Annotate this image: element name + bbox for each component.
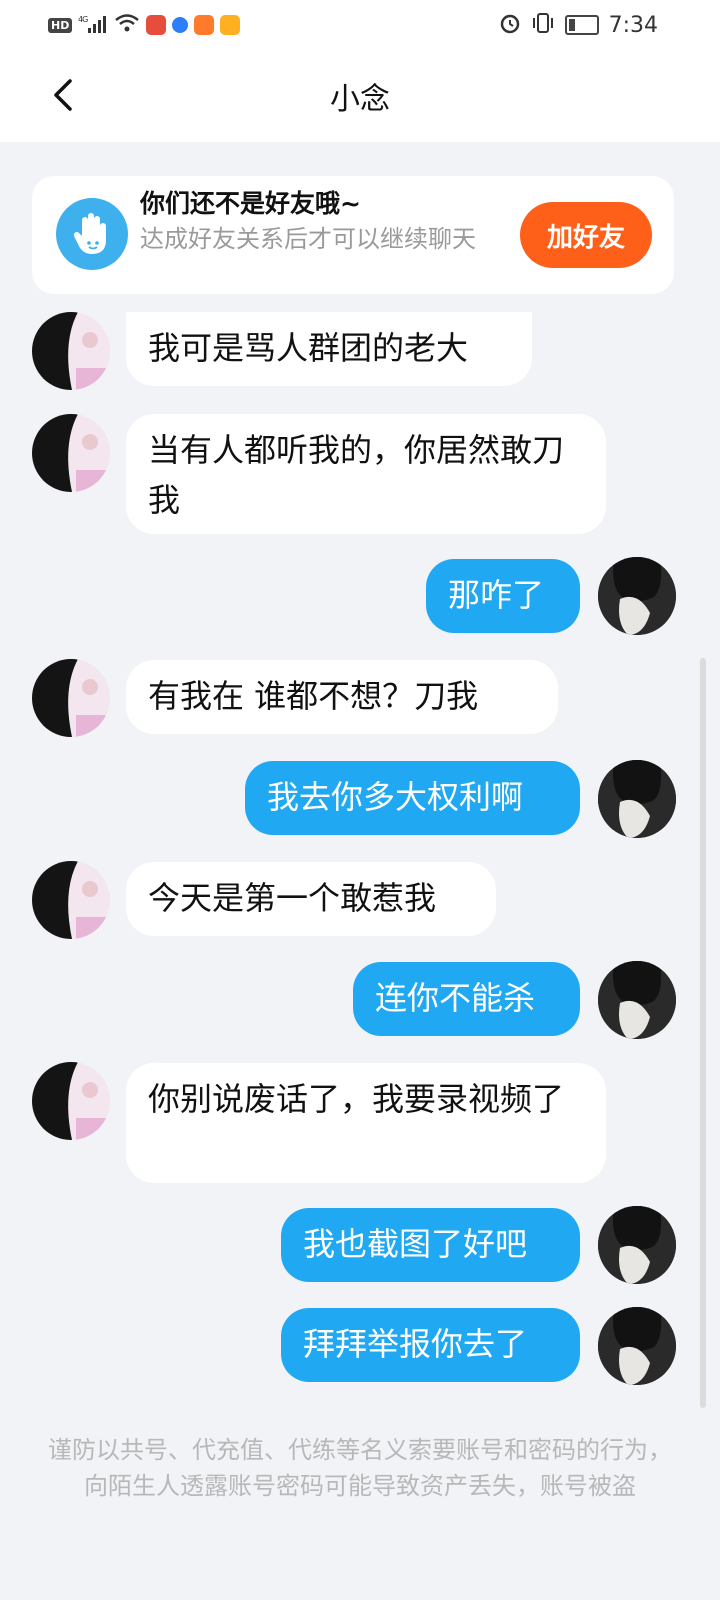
my-avatar[interactable] — [598, 1307, 676, 1385]
my-avatar[interactable] — [598, 557, 676, 635]
banner-subtitle: 达成好友关系后才可以继续聊天 — [140, 225, 476, 253]
svg-text:4G: 4G — [78, 15, 88, 24]
outgoing-message-bubble[interactable]: 我也截图了好吧 — [281, 1208, 580, 1282]
add-friend-banner: 你们还不是好友哦~ 达成好友关系后才可以继续聊天 加好友 — [32, 176, 674, 294]
outgoing-message-bubble[interactable]: 拜拜举报你去了 — [281, 1308, 580, 1382]
status-bar: HD 4G 7:34 — [0, 0, 720, 50]
status-right: 7:34 — [499, 10, 658, 40]
banner-title: 你们还不是好友哦~ — [140, 189, 361, 218]
status-time: 7:34 — [608, 12, 658, 38]
chat-header: 小念 — [0, 50, 720, 142]
video-app-icon — [194, 15, 215, 35]
app-notification-icon — [172, 17, 189, 33]
my-avatar[interactable] — [598, 760, 676, 838]
hd-badge: HD — [48, 17, 73, 33]
vibrate-icon — [531, 12, 555, 38]
my-avatar[interactable] — [598, 961, 676, 1039]
incoming-message-bubble[interactable]: 今天是第一个敢惹我 — [126, 862, 496, 936]
contact-avatar[interactable] — [32, 414, 110, 492]
contact-avatar[interactable] — [32, 861, 110, 939]
signal-icon: 4G — [78, 14, 108, 37]
wave-hand-icon — [56, 198, 128, 270]
incoming-message-bubble[interactable]: 有我在 谁都不想？刀我 — [126, 660, 558, 734]
incoming-message-bubble[interactable]: 我可是骂人群团的老大 — [126, 312, 532, 386]
incoming-message-bubble[interactable]: 你别说废话了，我要录视频了 — [126, 1063, 606, 1183]
app-notification-icon — [146, 15, 167, 35]
outgoing-message-bubble[interactable]: 那咋了 — [426, 559, 580, 633]
security-warning: 谨防以共号、代充值、代练等名义索要账号和密码的行为，向陌生人透露账号密码可能导致… — [48, 1436, 672, 1500]
contact-avatar[interactable] — [32, 312, 110, 390]
wifi-icon — [114, 13, 140, 37]
page-title: 小念 — [330, 82, 390, 117]
alarm-icon — [499, 12, 521, 38]
incoming-message-bubble[interactable]: 当有人都听我的，你居然敢刀我 — [126, 414, 606, 534]
contact-avatar[interactable] — [32, 659, 110, 737]
status-left: HD 4G — [48, 10, 241, 40]
my-avatar[interactable] — [598, 1206, 676, 1284]
outgoing-message-bubble[interactable]: 我去你多大权利啊 — [245, 761, 580, 835]
contact-avatar[interactable] — [32, 1062, 110, 1140]
battery-icon — [564, 15, 599, 35]
app-notification-icon — [220, 15, 241, 35]
add-friend-button[interactable]: 加好友 — [520, 202, 652, 268]
outgoing-message-bubble[interactable]: 连你不能杀 — [353, 962, 580, 1036]
scrollbar[interactable] — [700, 658, 706, 1408]
